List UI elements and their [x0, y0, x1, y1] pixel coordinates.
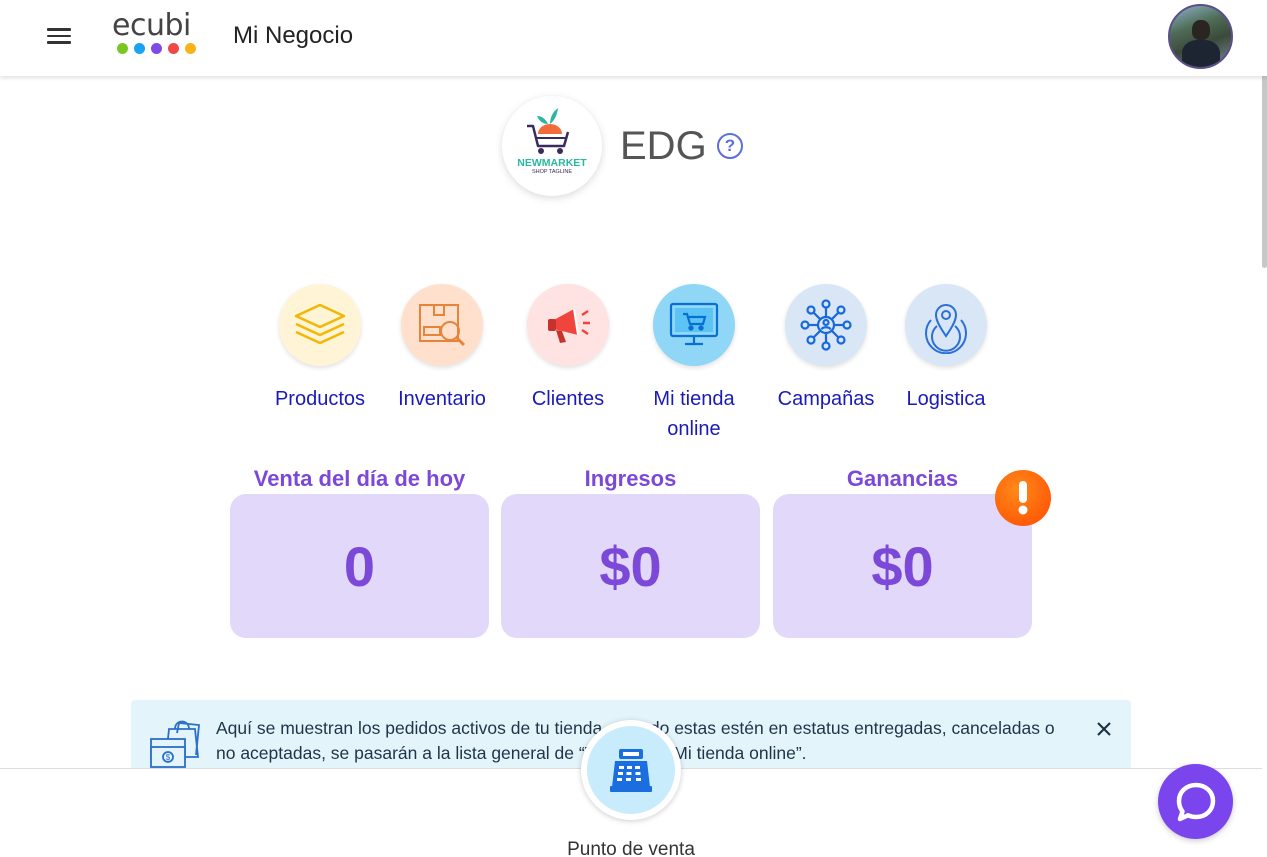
module-logistica[interactable]: Logistica: [891, 284, 1001, 414]
stat-card-venta-del-dia[interactable]: 0: [230, 494, 489, 638]
user-avatar[interactable]: [1168, 4, 1233, 69]
close-icon[interactable]: [1093, 718, 1115, 740]
module-label: Clientes: [531, 388, 605, 410]
punto-de-venta-label: Punto de venta: [567, 839, 695, 857]
help-icon[interactable]: ?: [717, 133, 743, 159]
layers-icon: [279, 284, 361, 366]
ecubi-logo[interactable]: ecubi: [112, 8, 212, 58]
stat-title-ganancias: Ganancias: [846, 466, 959, 491]
alert-icon[interactable]: [995, 470, 1051, 526]
svg-text:$: $: [166, 753, 171, 762]
punto-de-venta-button[interactable]: [581, 720, 681, 820]
module-inventario[interactable]: Inventario: [387, 284, 497, 414]
network-icon: [785, 284, 867, 366]
store-name: EDG: [620, 124, 707, 168]
module-productos[interactable]: Productos: [265, 284, 375, 414]
stat-card-ganancias[interactable]: $0: [773, 494, 1032, 638]
store-logo-tagline: SHOP TAGLINE: [532, 169, 572, 175]
module-mi-tienda-online[interactable]: Mi tienda online: [639, 284, 749, 444]
location-pin-icon: [905, 284, 987, 366]
hamburger-menu-icon[interactable]: [44, 24, 74, 52]
top-app-bar: ecubi Mi Negocio: [0, 0, 1267, 76]
module-label: Campañas: [777, 388, 875, 410]
page-title: Mi Negocio: [233, 22, 354, 49]
stat-title-ingresos: Ingresos: [584, 466, 677, 491]
shopping-money-icon: $: [149, 715, 203, 776]
module-label: Inventario: [398, 388, 486, 410]
module-campanas[interactable]: Campañas: [771, 284, 881, 414]
module-clientes[interactable]: Clientes: [513, 284, 623, 414]
store-logo: NEWMARKET SHOP TAGLINE: [502, 96, 602, 196]
logo-dots: [117, 43, 212, 54]
module-label: Mi tienda online: [653, 388, 735, 440]
stat-card-ingresos[interactable]: $0: [501, 494, 760, 638]
box-search-icon: [401, 284, 483, 366]
module-label: Productos: [274, 388, 366, 410]
online-store-icon: [653, 284, 735, 366]
cash-register-icon: [587, 726, 675, 814]
chat-bubble-icon[interactable]: [1158, 764, 1233, 839]
megaphone-icon: [527, 284, 609, 366]
store-logo-name: NEWMARKET: [517, 157, 587, 169]
stat-title-venta-del-dia: Venta del día de hoy: [253, 466, 466, 491]
module-label: Logistica: [906, 388, 986, 410]
logo-text: ecubi: [112, 8, 191, 43]
